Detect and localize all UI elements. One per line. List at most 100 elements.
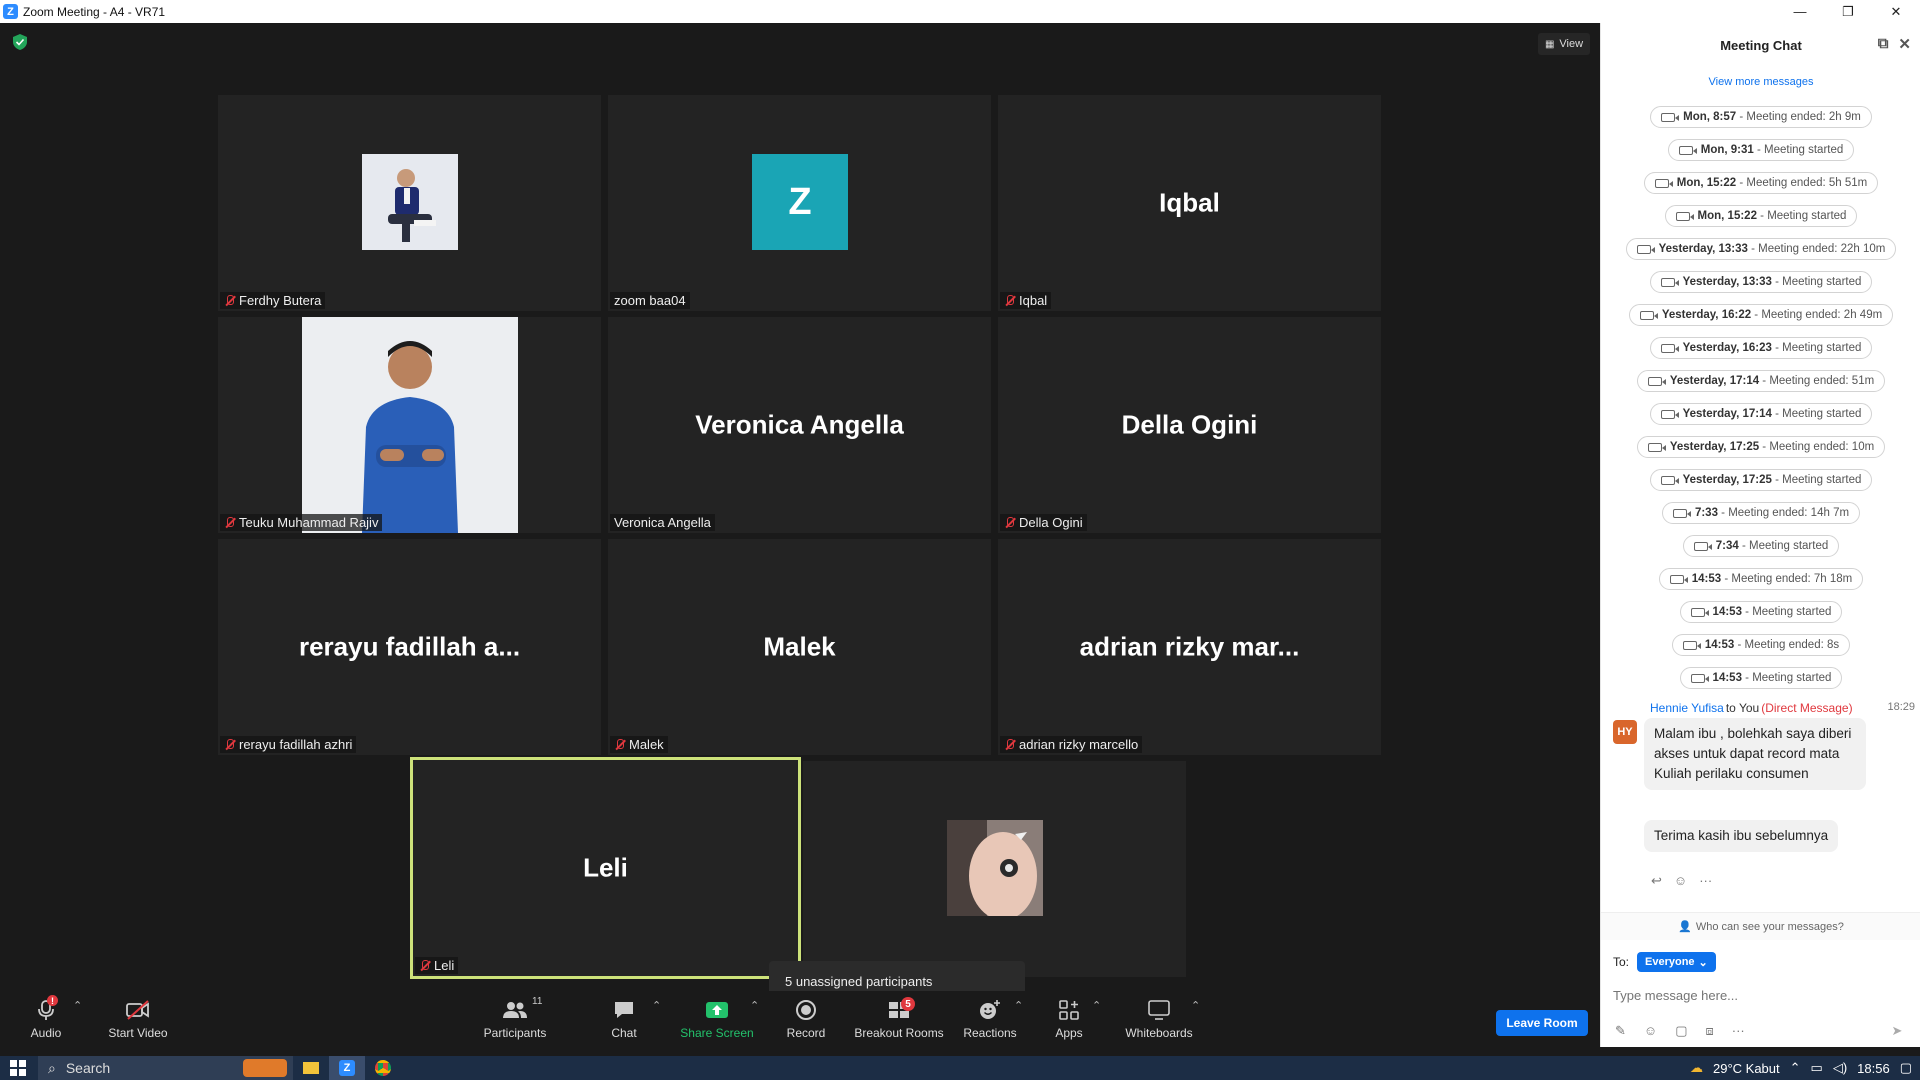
breakout-rooms-button[interactable]: 5 Breakout Rooms	[852, 991, 946, 1047]
who-can-see-label: Who can see your messages?	[1695, 920, 1844, 933]
participant-name: Iqbal	[1019, 293, 1048, 308]
system-message-text: - Meeting started	[1741, 672, 1832, 684]
start-button[interactable]	[0, 1056, 36, 1080]
participant-name-tag: Malek	[610, 736, 668, 753]
participant-name: Leli	[434, 958, 455, 973]
reply-icon[interactable]: ↩	[1651, 873, 1662, 889]
camera-icon	[1647, 442, 1666, 452]
weather-icon[interactable]: ☁	[1690, 1060, 1703, 1076]
video-tile-iqbal[interactable]: Iqbal Iqbal	[998, 95, 1381, 311]
video-tile-adrian[interactable]: adrian rizky mar... adrian rizky marcell…	[998, 539, 1381, 755]
apps-button[interactable]: Apps	[1052, 991, 1086, 1047]
close-chat-icon[interactable]: ✕	[1898, 35, 1911, 53]
format-text-icon[interactable]: ✎	[1615, 1023, 1626, 1039]
video-tile-della[interactable]: Della Ogini Della Ogini	[998, 317, 1381, 533]
system-message-time: Yesterday, 17:25	[1669, 441, 1760, 453]
video-tile-zoom-baa04[interactable]: Z zoom baa04	[608, 95, 991, 311]
start-video-button[interactable]: Start Video	[106, 991, 170, 1047]
message-input[interactable]	[1613, 983, 1909, 1007]
network-icon[interactable]: ▭	[1811, 1060, 1823, 1076]
system-message-text: - Meeting ended: 2h 9m	[1736, 111, 1861, 123]
muted-mic-icon	[1004, 294, 1015, 307]
weather-text[interactable]: 29°C Kabut	[1713, 1061, 1780, 1076]
system-message: 14:53 - Meeting started	[1679, 667, 1843, 689]
minimize-button[interactable]: —	[1776, 0, 1824, 23]
send-icon[interactable]: ➤	[1886, 1020, 1908, 1042]
close-window-button[interactable]: ✕	[1872, 0, 1920, 23]
zoom-logo-icon: Z	[3, 4, 18, 19]
video-tile-malek[interactable]: Malek Malek	[608, 539, 991, 755]
participant-name-tag: Della Ogini	[1000, 514, 1087, 531]
participant-name: zoom baa04	[614, 293, 686, 308]
video-tile-photo[interactable]	[803, 761, 1186, 977]
system-message-text: - Meeting ended: 14h 7m	[1717, 507, 1850, 519]
windows-taskbar: ⌕ Search Z ☁ 29°C Kabut ⌃ ▭ ◁) 18:56 ▢	[0, 1056, 1920, 1080]
system-message-time: Yesterday, 17:25	[1682, 474, 1772, 486]
apps-options-chevron-icon[interactable]: ⌃	[1092, 999, 1101, 1012]
restore-button[interactable]: ❐	[1824, 0, 1872, 23]
view-more-messages-link[interactable]: View more messages	[1601, 76, 1920, 88]
taskbar-search[interactable]: ⌕ Search	[38, 1056, 293, 1080]
zoom-app-icon[interactable]: Z	[329, 1056, 365, 1080]
video-tile-leli[interactable]: Leli Leli	[410, 757, 801, 979]
pop-out-icon[interactable]: ⧉	[1878, 35, 1889, 53]
participants-button[interactable]: 11 Participants	[480, 991, 550, 1047]
muted-mic-icon	[224, 738, 235, 751]
participant-name-tag: rerayu fadillah azhri	[220, 736, 357, 753]
windows-logo-icon	[10, 1060, 26, 1076]
screenshot-icon[interactable]: ⧈	[1705, 1023, 1713, 1039]
video-tile-ferdhy[interactable]: Ferdhy Butera	[218, 95, 601, 311]
view-button[interactable]: ▦ View	[1538, 33, 1590, 55]
tray-chevron-icon[interactable]: ⌃	[1790, 1060, 1801, 1076]
share-options-chevron-icon[interactable]: ⌃	[750, 999, 759, 1012]
audio-button[interactable]: ! Audio	[26, 991, 66, 1047]
system-message-time: Yesterday, 16:23	[1682, 342, 1772, 354]
leave-room-button[interactable]: Leave Room	[1496, 1010, 1588, 1036]
record-icon	[796, 1000, 816, 1020]
system-message: Yesterday, 13:33 - Meeting ended: 22h 10…	[1625, 238, 1897, 260]
audio-warning-badge: !	[47, 995, 58, 1006]
volume-icon[interactable]: ◁)	[1833, 1060, 1847, 1076]
participant-display-name: Veronica Angella	[695, 409, 904, 440]
participant-name-tag: adrian rizky marcello	[1000, 736, 1143, 753]
file-explorer-icon[interactable]	[293, 1056, 329, 1080]
reactions-button[interactable]: Reactions	[960, 991, 1020, 1047]
emoji-icon[interactable]: ☺	[1644, 1023, 1657, 1039]
whiteboards-button[interactable]: Whiteboards	[1124, 991, 1194, 1047]
video-tile-rerayu[interactable]: rerayu fadillah a... rerayu fadillah azh…	[218, 539, 601, 755]
whiteboards-label: Whiteboards	[1125, 1026, 1193, 1040]
video-tile-veronica[interactable]: Veronica Angella Veronica Angella	[608, 317, 991, 533]
chrome-icon[interactable]	[365, 1056, 401, 1080]
system-message-text: - Meeting started	[1738, 540, 1829, 552]
profile-photo	[302, 317, 518, 533]
who-can-see-messages[interactable]: 👤 Who can see your messages?	[1601, 912, 1920, 940]
message-sender[interactable]: Hennie Yufisa	[1650, 701, 1724, 715]
more-tools-icon[interactable]: ···	[1732, 1023, 1745, 1039]
recipient-dropdown[interactable]: Everyone ⌄	[1637, 952, 1716, 972]
participant-name-tag: zoom baa04	[610, 292, 690, 309]
system-message: Mon, 15:22 - Meeting ended: 5h 51m	[1643, 172, 1879, 194]
chat-options-chevron-icon[interactable]: ⌃	[652, 999, 661, 1012]
video-tile-teuku[interactable]: Teuku Muhammad Rajiv	[218, 317, 601, 533]
notifications-icon[interactable]: ▢	[1900, 1060, 1912, 1076]
record-button[interactable]: Record	[784, 991, 828, 1047]
reactions-options-chevron-icon[interactable]: ⌃	[1014, 999, 1023, 1012]
clock[interactable]: 18:56	[1857, 1061, 1890, 1076]
more-options-icon[interactable]: ···	[1699, 873, 1712, 889]
system-message-text: - Meeting ended: 51m	[1759, 375, 1875, 387]
share-screen-button[interactable]: Share Screen	[680, 991, 754, 1047]
chat-button[interactable]: Chat	[606, 991, 642, 1047]
whiteboards-options-chevron-icon[interactable]: ⌃	[1191, 999, 1200, 1012]
file-icon[interactable]: ▢	[1675, 1023, 1687, 1039]
participant-name: Veronica Angella	[614, 515, 711, 530]
add-reaction-icon[interactable]: ☺	[1674, 873, 1687, 889]
chat-message: Terima kasih ibu sebelumnya	[1644, 820, 1839, 852]
camera-icon	[1660, 343, 1679, 353]
audio-options-chevron-icon[interactable]: ⌃	[73, 999, 82, 1012]
security-shield-icon[interactable]	[13, 34, 27, 50]
search-label: Search	[65, 1060, 111, 1076]
system-message: Yesterday, 16:23 - Meeting started	[1649, 337, 1873, 359]
system-message: Mon, 8:57 - Meeting ended: 2h 9m	[1650, 106, 1872, 128]
camera-icon	[1660, 475, 1679, 485]
camera-icon	[1693, 541, 1712, 551]
